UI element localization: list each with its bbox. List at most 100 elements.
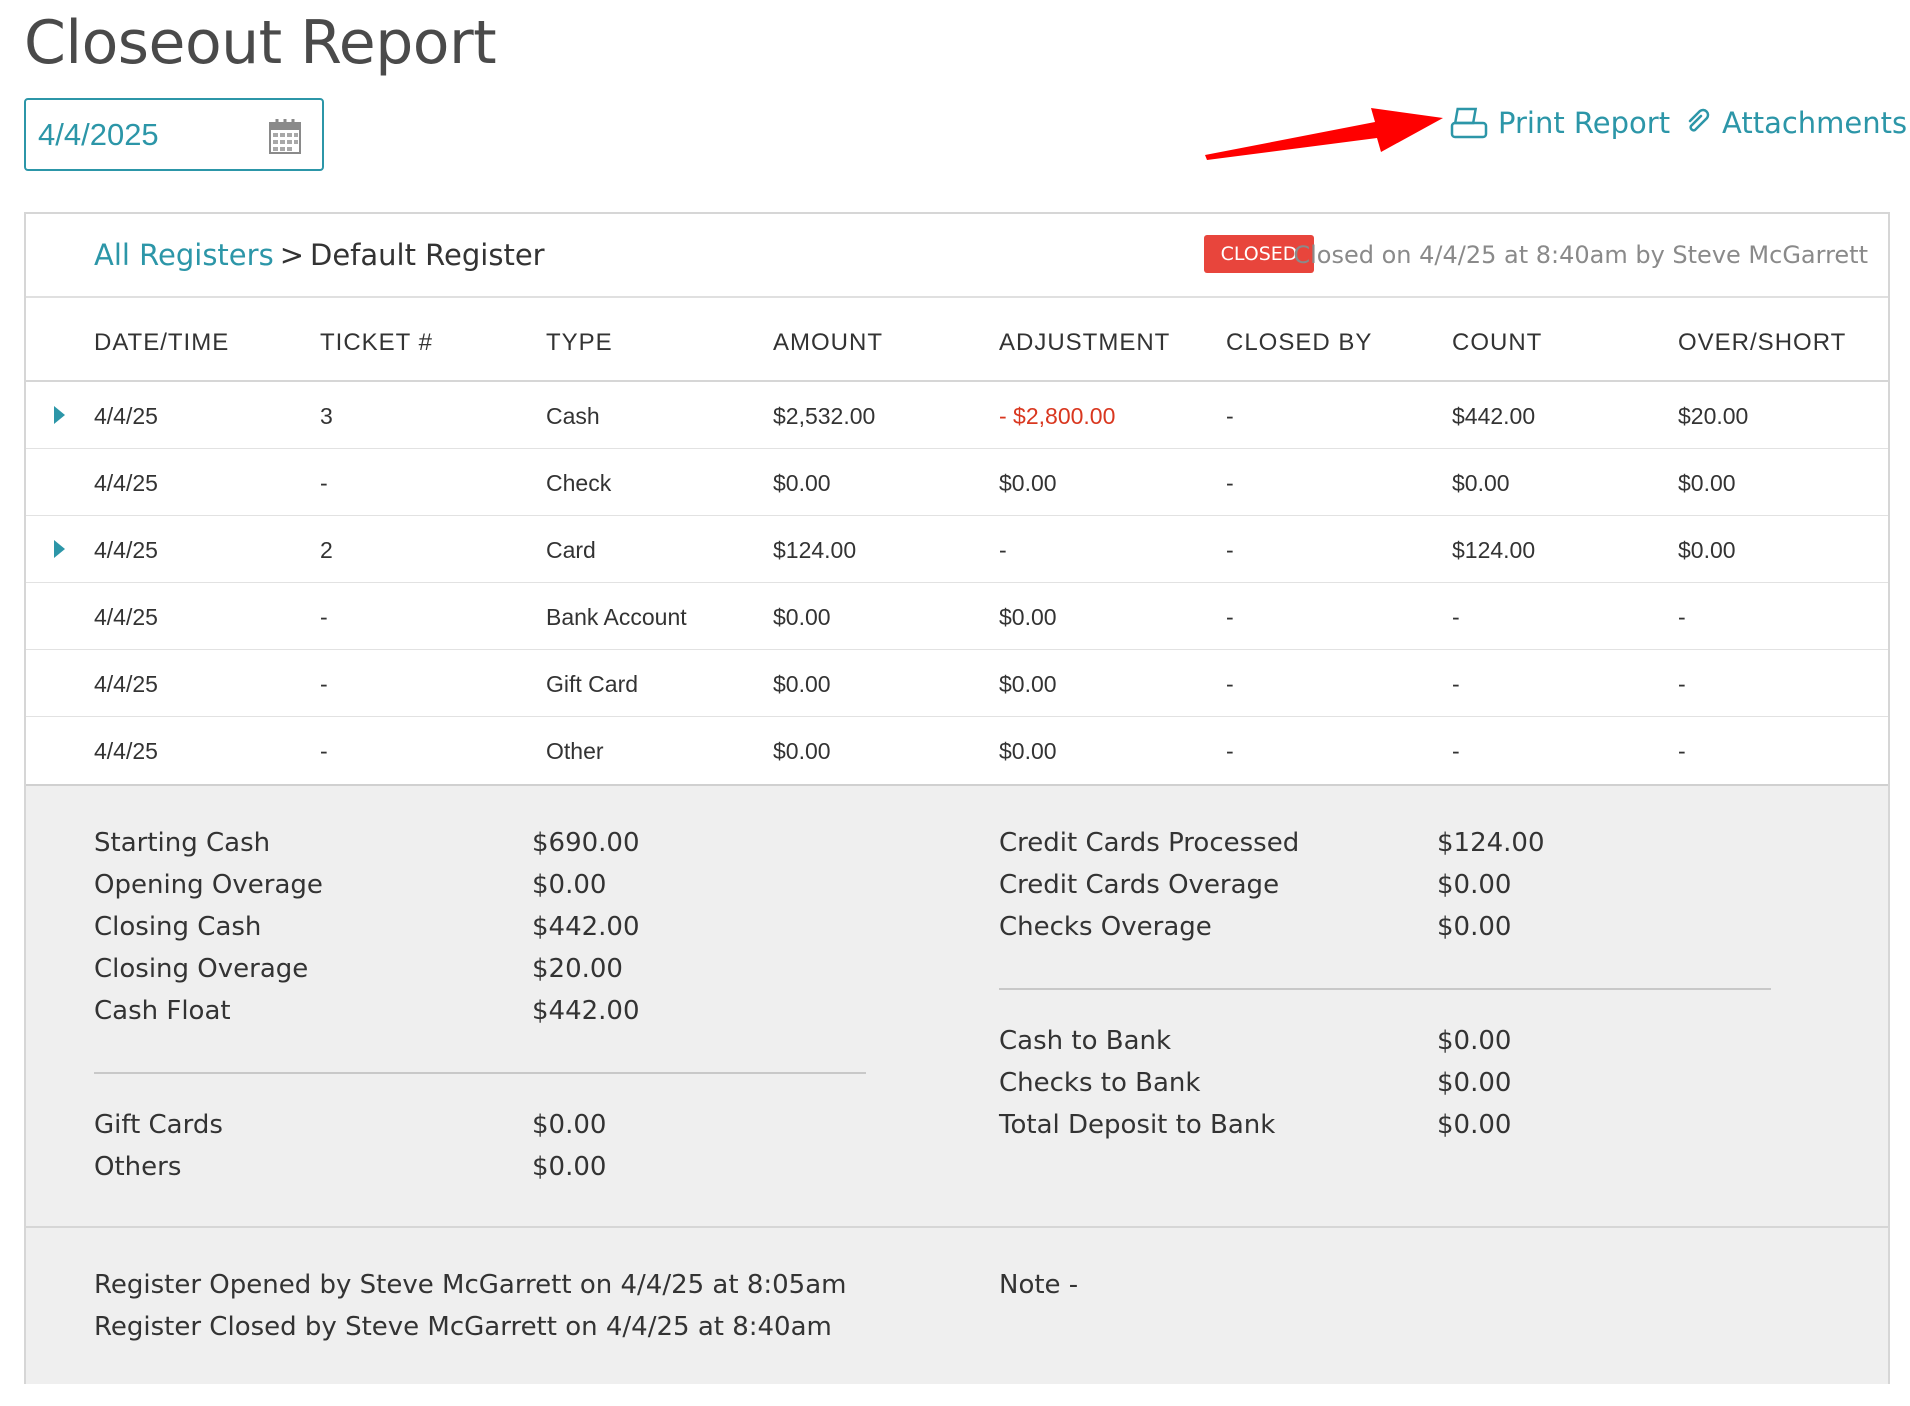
cell-count: - xyxy=(1452,671,1460,697)
register-opened-text: Register Opened by Steve McGarrett on 4/… xyxy=(94,1270,847,1300)
page-title: Closeout Report xyxy=(24,8,497,78)
date-picker-input[interactable]: 4/4/2025 xyxy=(24,98,324,171)
summary-value: $20.00 xyxy=(532,954,623,984)
table-row[interactable]: 4/4/25 3 Cash $2,532.00 - $2,800.00 - $4… xyxy=(26,382,1888,449)
cell-over-short: - xyxy=(1678,671,1686,697)
closed-info: Closed on 4/4/25 at 8:40am by Steve McGa… xyxy=(1293,241,1868,269)
cell-date: 4/4/25 xyxy=(94,738,158,764)
table-row: 4/4/25 - Check $0.00 $0.00 - $0.00 $0.00 xyxy=(26,449,1888,516)
cell-count: - xyxy=(1452,738,1460,764)
summary-label: Opening Overage xyxy=(94,870,323,900)
cell-over-short: $0.00 xyxy=(1678,537,1736,563)
column-header: ADJUSTMENT xyxy=(999,329,1171,356)
summary-label: Checks to Bank xyxy=(999,1068,1201,1098)
cell-closed-by: - xyxy=(1226,537,1234,563)
cell-ticket: - xyxy=(320,671,328,697)
summary-value: $0.00 xyxy=(1437,1068,1512,1098)
printer-icon xyxy=(1450,107,1488,139)
cell-date: 4/4/25 xyxy=(94,403,158,429)
cell-date: 4/4/25 xyxy=(94,671,158,697)
cell-count: $124.00 xyxy=(1452,537,1536,563)
summary-value: $0.00 xyxy=(532,1110,607,1140)
cell-type: Card xyxy=(546,537,596,563)
cell-amount: $0.00 xyxy=(773,738,831,764)
cell-closed-by: - xyxy=(1226,604,1234,630)
expand-row-icon[interactable] xyxy=(54,406,65,424)
annotation-arrow xyxy=(1205,108,1443,160)
cell-adjustment: $0.00 xyxy=(999,738,1057,764)
cell-count: $0.00 xyxy=(1452,470,1510,496)
summary-value: $442.00 xyxy=(532,912,640,942)
cell-closed-by: - xyxy=(1226,403,1234,429)
cell-adjustment: $0.00 xyxy=(999,671,1057,697)
table-row: 4/4/25 - Bank Account $0.00 $0.00 - - - xyxy=(26,583,1888,650)
cell-closed-by: - xyxy=(1226,671,1234,697)
cell-amount: $0.00 xyxy=(773,604,831,630)
transactions-table: DATE/TIME TICKET # TYPE AMOUNT ADJUSTMEN… xyxy=(26,298,1888,784)
print-report-label[interactable]: Print Report xyxy=(1498,106,1670,140)
cell-over-short: $0.00 xyxy=(1678,470,1736,496)
table-row[interactable]: 4/4/25 2 Card $124.00 - - $124.00 $0.00 xyxy=(26,516,1888,583)
table-row: 4/4/25 - Gift Card $0.00 $0.00 - - - xyxy=(26,650,1888,717)
cell-adjustment: - $2,800.00 xyxy=(999,403,1116,429)
cell-over-short: - xyxy=(1678,604,1686,630)
summary-label: Credit Cards Processed xyxy=(999,828,1300,858)
cell-type: Gift Card xyxy=(546,671,639,697)
summary-value: $0.00 xyxy=(532,1152,607,1182)
summary-value: $0.00 xyxy=(1437,1026,1512,1056)
cell-date: 4/4/25 xyxy=(94,604,158,630)
register-panel: All Registers > Default Register CLOSED Cl… xyxy=(24,212,1890,1384)
summary-section: Starting Cash $690.00 Opening Overage $0… xyxy=(26,784,1888,1226)
summary-value: $0.00 xyxy=(1437,912,1512,942)
cell-type: Check xyxy=(546,470,612,496)
summary-label: Closing Cash xyxy=(94,912,262,942)
cell-closed-by: - xyxy=(1226,738,1234,764)
register-log-footer: Register Opened by Steve McGarrett on 4/… xyxy=(26,1226,1888,1384)
cell-type: Other xyxy=(546,738,604,764)
cell-count: $442.00 xyxy=(1452,403,1536,429)
cell-ticket: - xyxy=(320,738,328,764)
breadcrumb-separator: > xyxy=(279,238,304,272)
column-header: TYPE xyxy=(546,329,613,356)
expand-row-icon[interactable] xyxy=(54,540,65,558)
note-text: Note - xyxy=(999,1270,1079,1300)
summary-value: $0.00 xyxy=(1437,870,1512,900)
cell-over-short: $20.00 xyxy=(1678,403,1749,429)
print-report-link[interactable]: Print Report xyxy=(1450,106,1670,140)
column-header: DATE/TIME xyxy=(94,329,230,356)
summary-label: Gift Cards xyxy=(94,1110,223,1140)
date-value[interactable]: 4/4/2025 xyxy=(38,117,159,153)
column-header: COUNT xyxy=(1452,329,1543,356)
cell-amount: $0.00 xyxy=(773,470,831,496)
summary-label: Checks Overage xyxy=(999,912,1212,942)
cell-adjustment: - xyxy=(999,537,1007,563)
cell-type: Cash xyxy=(546,403,600,429)
cell-amount: $0.00 xyxy=(773,671,831,697)
divider xyxy=(999,988,1771,990)
attachments-label[interactable]: Attachments xyxy=(1722,106,1907,140)
register-closed-text: Register Closed by Steve McGarrett on 4/… xyxy=(94,1312,832,1342)
cell-ticket: 2 xyxy=(320,537,333,563)
column-header: OVER/SHORT xyxy=(1678,329,1847,356)
summary-value: $690.00 xyxy=(532,828,640,858)
summary-label: Total Deposit to Bank xyxy=(999,1110,1276,1140)
cell-count: - xyxy=(1452,604,1460,630)
panel-header: All Registers > Default Register CLOSED Cl… xyxy=(26,214,1888,298)
summary-label: Starting Cash xyxy=(94,828,271,858)
calendar-icon[interactable] xyxy=(268,117,302,155)
breadcrumb-all-registers[interactable]: All Registers xyxy=(94,238,274,272)
attachments-link[interactable]: Attachments xyxy=(1684,106,1907,140)
breadcrumb-current: Default Register xyxy=(310,238,545,272)
breadcrumb: All Registers > Default Register xyxy=(94,238,545,272)
summary-label: Credit Cards Overage xyxy=(999,870,1280,900)
cell-ticket: 3 xyxy=(320,403,333,429)
column-header: AMOUNT xyxy=(773,329,883,356)
summary-label: Closing Overage xyxy=(94,954,309,984)
summary-label: Others xyxy=(94,1152,182,1182)
summary-value: $442.00 xyxy=(532,996,640,1026)
paperclip-icon xyxy=(1688,108,1710,132)
summary-label: Cash Float xyxy=(94,996,231,1026)
summary-label: Cash to Bank xyxy=(999,1026,1172,1056)
summary-value: $124.00 xyxy=(1437,828,1545,858)
cell-ticket: - xyxy=(320,604,328,630)
